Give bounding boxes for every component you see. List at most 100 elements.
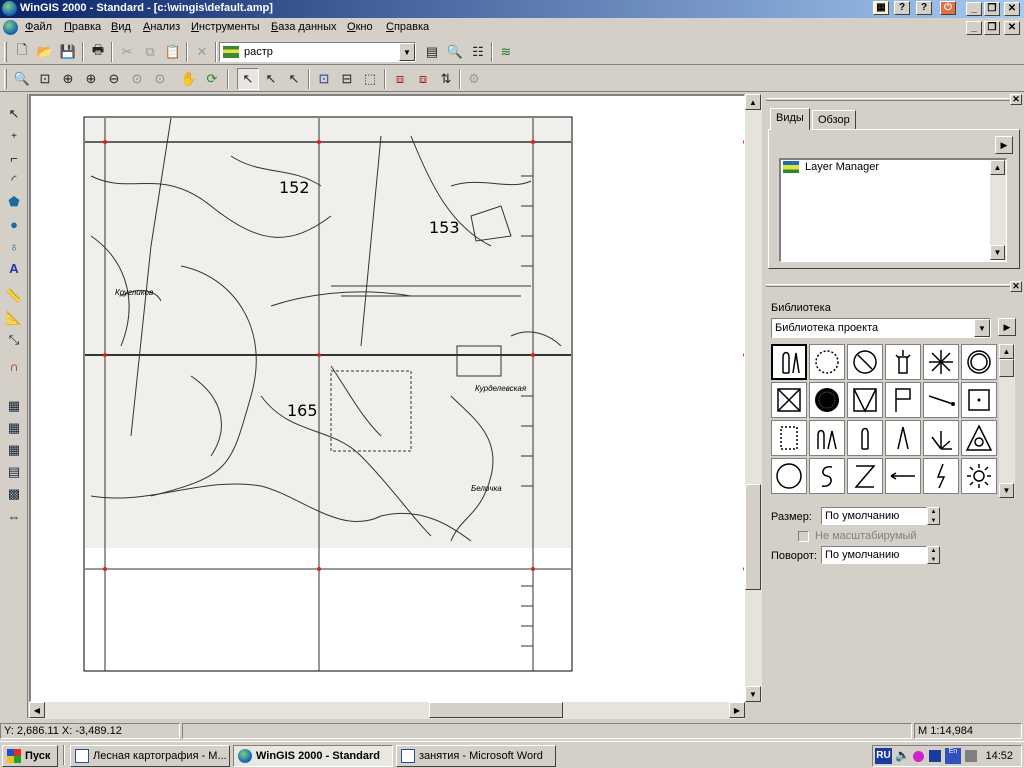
library-scrollbar[interactable]: ▲ ▼ <box>999 344 1015 498</box>
library-symbol-candle-icon[interactable] <box>885 344 921 380</box>
doc-restore-button[interactable]: ❐ <box>984 21 1000 35</box>
library-symbol-grass-icon[interactable] <box>923 420 959 456</box>
document-globe-icon[interactable] <box>3 20 18 35</box>
layer-properties-icon[interactable]: ▤ <box>421 41 443 63</box>
spin-down-icon[interactable]: ▼ <box>928 517 939 526</box>
tree-item-layer-manager[interactable]: Layer Manager <box>781 161 879 173</box>
library-symbol-tree-pair-icon[interactable] <box>809 420 845 456</box>
scroll-right-icon[interactable]: ▶ <box>729 702 745 718</box>
library-symbol-circle-dotted-icon[interactable] <box>809 344 845 380</box>
whats-this-icon[interactable]: ? <box>916 1 932 15</box>
library-symbol-circle-ring-icon[interactable] <box>961 344 997 380</box>
horizontal-scroll-thumb[interactable] <box>429 702 563 718</box>
views-nav-arrow-icon[interactable]: ▶ <box>995 136 1013 154</box>
map-canvas[interactable]: 152 153 165 Кругликов Курделевская Белич… <box>29 94 745 702</box>
task-wingis[interactable]: WinGIS 2000 - Standard <box>233 745 393 767</box>
measure-ruler-icon[interactable]: 📏 <box>3 286 25 306</box>
panel-grip[interactable] <box>766 98 1010 101</box>
library-symbol-line-dot-icon[interactable] <box>923 382 959 418</box>
close-button[interactable]: ✕ <box>1004 2 1020 16</box>
settings-icon[interactable]: ⚙ <box>463 68 485 90</box>
menu-view[interactable]: Вид <box>111 21 131 33</box>
doc-minimize-button[interactable]: _ <box>966 21 982 35</box>
edit-join-icon[interactable]: ▤ <box>3 462 25 482</box>
tray-helper-icon[interactable]: ▦ <box>873 1 889 15</box>
measure-area-icon[interactable]: 📐 <box>3 308 25 328</box>
scroll-up-icon[interactable]: ▲ <box>999 344 1014 359</box>
open-folder-icon[interactable]: 📂 <box>34 41 56 63</box>
menu-window[interactable]: Окно <box>347 21 373 33</box>
arc-icon[interactable]: ◜ <box>3 170 25 190</box>
edit-vertices-icon[interactable]: ▦ <box>3 396 25 416</box>
layer-select[interactable]: растр ▼ <box>219 42 416 62</box>
app-globe-icon[interactable] <box>2 1 17 16</box>
task-forest-mapping[interactable]: Лесная картография - M... <box>70 745 230 767</box>
text-icon[interactable]: A <box>3 258 25 278</box>
tray-app-icon[interactable] <box>913 751 924 762</box>
zoom-window-icon[interactable]: ⊕ <box>57 68 79 90</box>
save-icon[interactable]: 💾 <box>57 41 79 63</box>
language-indicator[interactable]: RU <box>875 748 892 764</box>
scroll-down-icon[interactable]: ▼ <box>999 483 1014 498</box>
start-button[interactable]: Пуск <box>2 745 58 767</box>
pointer-icon[interactable]: ↖ <box>3 104 25 124</box>
polygon-icon[interactable]: ⬟ <box>3 192 25 212</box>
scroll-down-icon[interactable]: ▼ <box>745 686 761 702</box>
distance-icon[interactable]: ⤡ <box>3 330 25 350</box>
menu-tools[interactable]: Инструменты <box>191 21 260 33</box>
doc-close-button[interactable]: ✕ <box>1004 21 1020 35</box>
chevron-down-icon[interactable]: ▼ <box>974 319 990 337</box>
spin-down-icon[interactable]: ▼ <box>928 556 939 565</box>
library-symbol-sun-icon[interactable] <box>961 458 997 494</box>
library-symbol-lightning-icon[interactable] <box>923 458 959 494</box>
snap-point-icon[interactable]: ⊡ <box>313 68 335 90</box>
edit-split-icon[interactable]: ▦ <box>3 440 25 460</box>
library-symbol-triangle-box-icon[interactable] <box>847 382 883 418</box>
zoom-icon[interactable]: 🔍 <box>11 68 33 90</box>
toolbar-grip[interactable] <box>4 42 7 62</box>
layer-list-icon[interactable]: ☷ <box>467 41 489 63</box>
library-select[interactable]: Библиотека проекта ▼ <box>771 318 991 338</box>
snap-rect-icon[interactable]: ⬚ <box>359 68 381 90</box>
size-field[interactable]: По умолчанию <box>821 507 927 525</box>
library-symbol-circle-icon[interactable] <box>771 458 807 494</box>
title-bar[interactable]: WinGIS 2000 - Standard - [c:\wingis\defa… <box>0 0 1024 18</box>
pan-hand-icon[interactable]: ✋ <box>178 68 200 90</box>
polyline-icon[interactable]: ⌐ <box>3 148 25 168</box>
library-symbol-square-dot-icon[interactable] <box>961 382 997 418</box>
menu-file[interactable]: Файл <box>25 21 52 33</box>
deselect-icon[interactable]: ⧈ <box>412 68 434 90</box>
library-scroll-thumb[interactable] <box>999 359 1014 377</box>
scroll-left-icon[interactable]: ◀ <box>29 702 45 718</box>
library-panel-close-icon[interactable]: ✕ <box>1010 281 1022 292</box>
transform-icon[interactable]: ⇅ <box>435 68 457 90</box>
library-symbol-conifer-icon[interactable] <box>885 420 921 456</box>
edit-scale-icon[interactable]: ⇔ <box>3 506 25 526</box>
layers-icon[interactable]: ≋ <box>495 41 517 63</box>
chevron-down-icon[interactable]: ▼ <box>399 43 415 61</box>
minimize-button[interactable]: _ <box>966 2 982 16</box>
circle-icon[interactable]: ● <box>3 214 25 234</box>
library-symbol-tree-icon[interactable] <box>771 344 807 380</box>
views-tree[interactable]: Layer Manager ▲ ▼ <box>779 158 1007 262</box>
print-icon[interactable]: 🖶 <box>87 41 109 63</box>
zoom-next-icon[interactable]: ⊙ <box>149 68 171 90</box>
tray-monitor-icon[interactable] <box>929 750 941 762</box>
library-symbol-no-entry-icon[interactable] <box>847 344 883 380</box>
symbol-icon[interactable]: ♁ <box>3 236 25 256</box>
vertical-scroll-thumb[interactable] <box>745 484 761 590</box>
cut-icon[interactable]: ✂ <box>116 41 138 63</box>
zoom-out-icon[interactable]: ⊖ <box>103 68 125 90</box>
new-file-icon[interactable]: 🗋 <box>11 41 33 63</box>
library-symbol-dotted-rect-icon[interactable] <box>771 420 807 456</box>
library-symbol-dark-dot-icon[interactable] <box>809 382 845 418</box>
panel-grip[interactable] <box>766 284 1010 287</box>
rotation-field[interactable]: По умолчанию <box>821 546 927 564</box>
library-symbol-triangle-circle-icon[interactable] <box>961 420 997 456</box>
not-scalable-checkbox[interactable] <box>798 531 809 542</box>
tray-keyboard-icon[interactable]: En <box>945 748 961 764</box>
snap-minus-icon[interactable]: ⊟ <box>336 68 358 90</box>
library-symbol-arrow-left-icon[interactable] <box>885 458 921 494</box>
menu-edit[interactable]: Правка <box>64 21 101 33</box>
select-multiple-icon[interactable]: ↖ <box>260 68 282 90</box>
